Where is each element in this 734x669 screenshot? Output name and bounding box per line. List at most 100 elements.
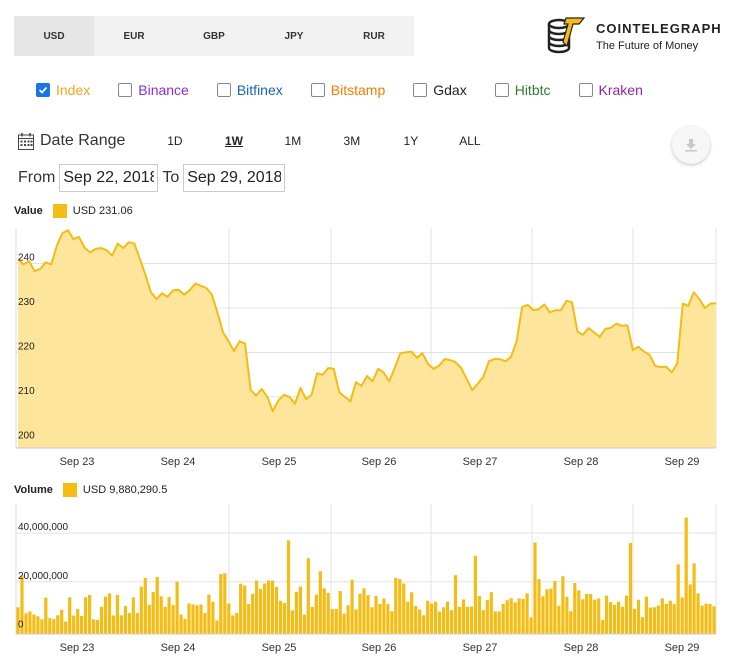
volume-bar <box>171 605 175 634</box>
volume-bar <box>418 609 422 634</box>
volume-bar <box>270 580 275 634</box>
volume-ytick-label: 40,000,000 <box>18 522 68 533</box>
volume-bar <box>135 613 139 634</box>
volume-bar <box>565 596 569 634</box>
volume-bar <box>282 602 287 634</box>
volume-bar <box>613 604 617 634</box>
volume-bar <box>473 555 477 634</box>
volume-bar <box>652 607 656 634</box>
volume-bar <box>577 590 581 634</box>
value-panel: 200 210 220 230 240 Sep 23 Sep 24 Sep 25 Sep 26 S… <box>15 228 717 468</box>
volume-bar <box>529 617 533 634</box>
volume-bar <box>278 600 283 634</box>
volume-bar <box>151 592 155 634</box>
volume-bar <box>40 619 44 634</box>
volume-bar <box>553 581 557 634</box>
volume-bar <box>199 604 203 634</box>
volume-bar <box>290 610 294 634</box>
volume-bar <box>298 586 302 634</box>
value-xtick-label: Sep 25 <box>262 456 297 468</box>
volume-bar <box>223 573 227 634</box>
volume-bar <box>99 606 104 634</box>
volume-bar <box>231 615 235 634</box>
volume-bar <box>95 619 100 634</box>
volume-bar <box>609 602 613 634</box>
volume-xtick-label: Sep 27 <box>463 642 498 654</box>
volume-bar <box>597 598 601 634</box>
volume-bar <box>159 596 163 634</box>
volume-bar <box>617 601 621 634</box>
volume-bar <box>127 613 131 634</box>
volume-bar <box>525 593 529 634</box>
volume-bar <box>549 588 553 634</box>
volume-bar <box>509 598 513 634</box>
volume-bar <box>314 594 318 634</box>
volume-bar <box>398 579 402 634</box>
volume-bar <box>406 601 410 634</box>
volume-bar <box>664 603 668 634</box>
volume-bar <box>513 602 517 634</box>
volume-bar <box>334 609 338 634</box>
volume-bar <box>143 577 147 634</box>
value-xtick-label: Sep 28 <box>564 456 599 468</box>
volume-bar <box>76 609 80 634</box>
volume-bar <box>477 596 481 634</box>
volume-bar <box>123 606 127 634</box>
volume-bar <box>366 595 370 634</box>
volume-bar <box>147 604 151 634</box>
volume-bar <box>628 542 633 634</box>
volume-bar <box>243 585 247 634</box>
volume-bar <box>593 599 597 634</box>
volume-bar <box>561 576 565 634</box>
volume-bar <box>247 603 251 634</box>
volume-bar <box>636 599 641 634</box>
value-ytick-label: 220 <box>18 341 35 352</box>
volume-bar <box>390 611 394 634</box>
volume-bar <box>465 606 469 634</box>
volume-ytick-label: 20,000,000 <box>18 571 68 582</box>
volume-xtick-label: Sep 24 <box>161 642 196 654</box>
volume-bar <box>485 600 489 634</box>
volume-bar <box>84 597 88 634</box>
value-xtick-label: Sep 29 <box>665 456 700 468</box>
volume-bar <box>286 540 291 634</box>
volume-bar <box>430 603 434 634</box>
volume-bar <box>175 581 179 634</box>
volume-bar <box>342 613 346 634</box>
volume-bar <box>183 618 187 634</box>
volume-bar <box>267 580 271 634</box>
volume-bar <box>346 605 350 634</box>
volume-bar <box>354 609 358 634</box>
volume-bar <box>131 597 135 634</box>
volume-bar <box>115 594 119 634</box>
volume-panel: 0 20,000,000 40,000,000 Sep 23 Sep 24 Sep 25 S… <box>15 504 717 654</box>
volume-bar <box>382 598 386 634</box>
volume-bar <box>350 579 354 634</box>
volume-bar <box>111 615 116 634</box>
volume-bar <box>497 611 501 634</box>
volume-bar <box>80 616 84 634</box>
volume-bar <box>330 609 334 634</box>
volume-bar <box>457 606 462 634</box>
volume-bar <box>44 597 48 634</box>
volume-bar <box>235 612 239 634</box>
volume-bar <box>88 594 92 634</box>
value-ytick-label: 200 <box>18 430 35 441</box>
volume-bar <box>72 615 76 634</box>
volume-bar <box>60 609 64 634</box>
volume-bar <box>215 620 219 634</box>
price-volume-chart: 200 210 220 230 240 Sep 23 Sep 24 Sep 25 Sep 26 S… <box>15 228 717 654</box>
volume-bar <box>481 610 485 634</box>
volume-bar <box>640 617 644 634</box>
volume-bar <box>668 600 672 634</box>
value-area-fill <box>18 230 716 448</box>
volume-bar <box>461 599 466 634</box>
volume-bar <box>620 606 625 634</box>
volume-bar <box>306 558 310 634</box>
volume-bar <box>167 597 171 634</box>
volume-bar <box>533 542 537 634</box>
volume-bar <box>573 583 577 634</box>
volume-bar <box>294 592 298 634</box>
volume-bar <box>410 592 414 634</box>
volume-xtick-label: Sep 23 <box>60 642 95 654</box>
